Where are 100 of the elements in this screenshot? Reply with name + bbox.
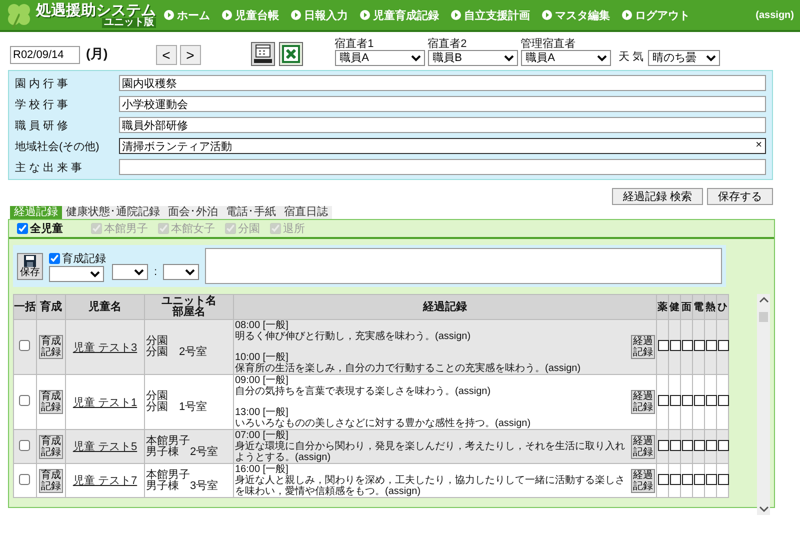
record-checkbox[interactable] [49, 252, 60, 264]
minute-select[interactable] [163, 264, 200, 280]
flag-box[interactable] [706, 440, 717, 450]
column-header: 電 [692, 294, 704, 320]
column-header: 一括 [14, 294, 36, 320]
progress-record-button[interactable]: 経過 記録 [631, 468, 655, 492]
filter-label: 全児童 [30, 222, 63, 236]
flag-box[interactable] [718, 395, 729, 406]
column-header: ひ [716, 294, 728, 320]
unit-room-cell-text: 分園 分園 1号室 [146, 391, 208, 413]
scroll-up-icon[interactable] [758, 296, 768, 304]
weather-select[interactable]: 晴のち曇 [648, 50, 720, 66]
filter-checkbox[interactable] [17, 223, 28, 234]
column-header: ユニット名 部屋名 [144, 294, 234, 320]
tab[interactable]: 宿直日誌 [280, 206, 332, 219]
flag-box[interactable] [718, 340, 729, 351]
filter-label: 退所 [283, 222, 305, 236]
row-checkbox[interactable] [18, 474, 30, 484]
progress-log-cell-text: 09:00 [一般] 自分の気持ちを言葉で表現する楽しさを味わう。(assign) 13:00 [一般] いろいろなものの美しさなどに対する豊かな感性を持つ。(assign) [235, 375, 532, 429]
clear-button[interactable]: × [756, 139, 762, 151]
progress-log-cell-text: 07:00 [一般] 身近な環境に自分から関わり，発見を楽しんだり，考えたりし，それを生活に取り入れようとする。(assign) [235, 430, 626, 463]
scrollbar[interactable] [757, 294, 770, 515]
flag-box[interactable] [706, 340, 717, 351]
action-button[interactable]: 経過記録 検索 [612, 188, 703, 205]
category-select[interactable] [49, 266, 104, 282]
column-header: 経過記録 [234, 294, 656, 320]
flag-box[interactable] [682, 395, 693, 406]
filter-label: 本館男子 [104, 222, 148, 236]
filter-label: 分園 [238, 222, 260, 236]
flag-box[interactable] [658, 474, 669, 484]
calendar-icon[interactable] [250, 42, 275, 66]
action-button[interactable]: 保存する [707, 188, 773, 205]
tab[interactable]: 健康状態･通院記録 [62, 206, 164, 219]
row-checkbox[interactable] [18, 395, 30, 406]
staff-label: 宿直者1 [334, 38, 375, 50]
event-field[interactable]: 職員外部研修 [119, 117, 766, 133]
flag-box[interactable] [694, 395, 705, 406]
flag-box[interactable] [670, 395, 681, 406]
growth-record-button[interactable]: 育成 記録 [39, 468, 63, 492]
child-name-link[interactable]: 児童 テスト3 [72, 342, 138, 354]
column-header: 熱 [704, 294, 716, 320]
staff-select[interactable]: 職員A [520, 50, 611, 66]
tab[interactable]: 面会･外泊 [164, 206, 222, 219]
tab[interactable]: 電話･手紙 [222, 206, 280, 219]
event-field[interactable] [119, 159, 766, 175]
scrollbar-thumb[interactable] [759, 312, 768, 322]
edition-label: ユニット版 [102, 18, 156, 28]
progress-record-button[interactable]: 経過 記録 [631, 434, 655, 458]
memo-field[interactable] [205, 248, 722, 284]
staff-label: 管理宿直者 [520, 38, 577, 50]
unit-room-cell-text: 分園 分園 2号室 [146, 336, 208, 358]
growth-record-button[interactable]: 育成 記録 [39, 390, 63, 414]
row-checkbox[interactable] [18, 340, 30, 351]
progress-log-cell-text: 08:00 [一般] 明るく伸び伸びと行動し，充実感を味わう。(assign) 10:00 [一般] 保育所の生活を楽しみ，自分の力で行動することの充実感を味わう。(assign) [235, 320, 582, 374]
progress-record-button[interactable]: 経過 記録 [631, 335, 655, 359]
child-name-link[interactable]: 児童 テスト1 [72, 396, 138, 408]
event-label: 主 な 出 来 事 [15, 160, 84, 174]
staff-label: 宿直者2 [428, 38, 468, 50]
growth-record-button[interactable]: 育成 記録 [39, 335, 63, 359]
flag-box[interactable] [706, 474, 717, 484]
event-label: 園 内 行 事 [15, 76, 70, 90]
flag-box[interactable] [658, 440, 669, 450]
flag-box[interactable] [718, 474, 729, 484]
staff-select[interactable]: 職員B [428, 50, 518, 66]
flag-box[interactable] [718, 440, 729, 450]
unit-room-cell-text: 本館男子 男子棟 2号室 [146, 436, 220, 458]
event-label: 職 員 研 修 [15, 118, 70, 132]
flag-box[interactable] [670, 474, 681, 484]
event-field[interactable]: 園内収穫祭 [119, 75, 766, 91]
flag-box[interactable] [694, 474, 705, 484]
scroll-down-icon[interactable] [758, 505, 768, 513]
filter-label: 本館女子 [171, 222, 215, 236]
next-day-button[interactable]: > [180, 45, 201, 65]
hour-select[interactable] [112, 264, 148, 280]
flag-box[interactable] [682, 474, 693, 484]
flag-box[interactable] [658, 395, 669, 406]
flag-box[interactable] [670, 340, 681, 351]
flag-box[interactable] [670, 440, 681, 450]
column-header: 健 [668, 294, 680, 320]
previous-day-button[interactable]: < [156, 45, 177, 65]
system-title: 処遇援助システム [36, 2, 156, 18]
flag-box[interactable] [682, 440, 693, 450]
growth-record-button[interactable]: 育成 記録 [39, 434, 63, 458]
flag-box[interactable] [682, 340, 693, 351]
event-field[interactable]: 小学校運動会 [119, 96, 766, 112]
staff-select[interactable]: 職員A [334, 50, 425, 66]
row-checkbox[interactable] [18, 440, 30, 450]
progress-record-button[interactable]: 経過 記録 [631, 390, 655, 414]
column-header: 薬 [656, 294, 668, 320]
weather-label: 天 気 [618, 50, 644, 64]
time-separator: : [154, 266, 158, 278]
flag-box[interactable] [694, 340, 705, 351]
flag-box[interactable] [694, 440, 705, 450]
flag-box[interactable] [706, 395, 717, 406]
event-label: 学 校 行 事 [15, 98, 70, 112]
record-label: 育成記録 [62, 252, 106, 266]
flag-box[interactable] [658, 340, 669, 351]
date-field[interactable]: R02/09/14 [10, 46, 80, 64]
save-button[interactable]: 保存 [17, 252, 43, 280]
spreadsheet-icon[interactable] [278, 42, 303, 66]
